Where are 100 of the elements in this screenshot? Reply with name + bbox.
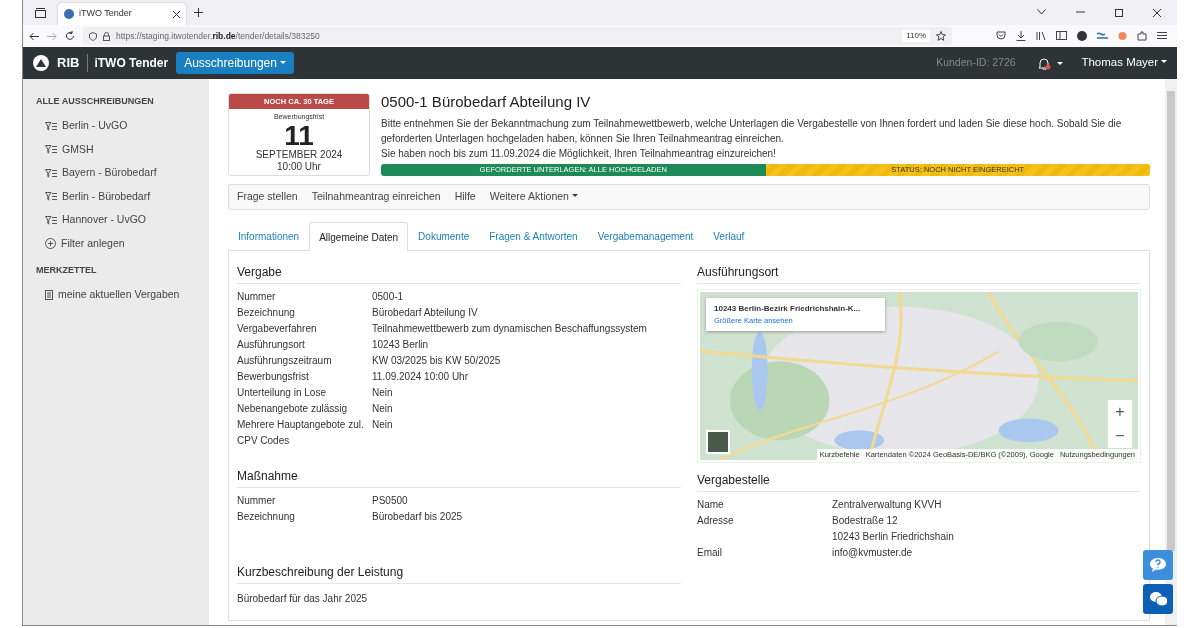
lock-icon (103, 31, 110, 41)
tab-tray-icon[interactable] (35, 7, 46, 18)
tab[interactable]: Vergabemanagement (587, 222, 704, 250)
action-button[interactable]: Hilfe (448, 187, 482, 207)
product-name: iTWO Tender (87, 54, 169, 72)
field-label: Ausführungsort (237, 338, 306, 352)
field-value: 10243 Berlin (372, 338, 429, 352)
description-text: Bürobedarf für das Jahr 2025 (237, 592, 369, 606)
map-place: 10243 Berlin-Bezirk Friedrichshain-K... (714, 303, 862, 315)
address-bar[interactable]: https://staging.itwotender.rib.de/tender/details/383250 110% (83, 27, 952, 45)
sidebar-item[interactable]: Berlin - Bürobedarf (36, 185, 201, 209)
field-value: 11.09.2024 10:00 Uhr (372, 370, 468, 384)
section-heading: Vergabestelle (697, 471, 1141, 492)
filter-icon (45, 168, 57, 178)
zoom-level[interactable]: 110% (902, 30, 930, 42)
action-button[interactable]: Frage stellen (231, 187, 304, 207)
customer-id: Kunden-ID: 2726 (936, 55, 1016, 71)
zoom-out-button[interactable]: − (1108, 424, 1132, 448)
tender-title: 0500-1 Bürobedarf Abteilung IV (381, 93, 592, 111)
field-label: Email (697, 546, 723, 560)
section-heading: ALLE AUSSCHREIBUNGEN (36, 95, 155, 108)
close-icon[interactable] (1153, 8, 1161, 17)
sidebar-item[interactable]: meine aktuellen Vergaben (36, 283, 201, 307)
tab[interactable]: Fragen & Antworten (479, 222, 588, 250)
field-label: Nebenangebote zulässig (237, 402, 349, 416)
menu-button[interactable]: Ausschreibungen (176, 52, 294, 74)
tab[interactable]: Verlauf (703, 222, 755, 250)
field-label: Adresse (697, 514, 735, 528)
field-value: Zentralverwaltung KVVH (832, 498, 942, 512)
menu-icon[interactable] (1157, 31, 1167, 40)
field-label: Nummer (237, 494, 277, 508)
tab[interactable]: Informationen (228, 222, 310, 250)
tab[interactable]: Dokumente (408, 222, 480, 250)
field-value: Nein (372, 402, 393, 416)
filter-icon (45, 192, 57, 202)
close-icon[interactable] (173, 10, 180, 18)
action-button[interactable]: Weitere Aktionen (483, 187, 584, 207)
field-label: CPV Codes (237, 434, 291, 448)
download-icon[interactable] (1016, 31, 1026, 41)
filter-icon (45, 121, 57, 131)
reload-icon[interactable] (65, 31, 75, 41)
section-heading: Ausführungsort (697, 263, 1141, 284)
url-text: https://staging.itwotender.rib.de/tender/details/383250 (116, 29, 321, 43)
field-value: Bodestraße 12 (832, 514, 899, 528)
new-tab-icon[interactable] (194, 8, 203, 17)
minimize-icon[interactable] (1076, 8, 1085, 15)
field-value: 10243 Berlin Friedrichshain (832, 530, 954, 544)
field-value: Bürobedarf bis 2025 (372, 510, 463, 524)
field-label: Bezeichnung (237, 306, 296, 320)
library-icon[interactable] (1036, 31, 1046, 41)
filter-icon (45, 215, 57, 225)
document-icon (45, 289, 53, 300)
sidebar-item[interactable]: Hannover - UvGO (36, 208, 201, 232)
field-label: Name (697, 498, 725, 512)
pocket-icon[interactable] (996, 31, 1006, 40)
sidebar-icon[interactable] (1056, 31, 1067, 40)
field-value: 0500-1 (372, 290, 404, 304)
browser-tab[interactable]: iTWO Tender (58, 3, 186, 25)
deadline-time: 10:00 Uhr (276, 160, 322, 173)
field-label: Bewerbungsfrist (237, 370, 310, 384)
sidebar-item[interactable]: Filter anlegen (36, 232, 201, 256)
zoom-in-button[interactable]: + (1108, 400, 1132, 424)
field-value: Nein (372, 418, 393, 432)
deadline-day: 11 (229, 122, 369, 149)
notification-button[interactable] (1037, 56, 1064, 70)
logo-icon (33, 55, 49, 71)
account-icon[interactable] (1077, 31, 1087, 41)
field-value: KW 03/2025 bis KW 50/2025 (372, 354, 501, 368)
back-icon[interactable] (29, 31, 39, 41)
field-value: Bürobedarf Abteilung IV (372, 306, 478, 320)
field-label: Nummer (237, 290, 277, 304)
intro-text: Sie haben noch bis zum 11.09.2024 die Möglichkeit, Ihren Teilnahmeantrag einzureichen! (381, 147, 777, 161)
help-chat-button[interactable] (1143, 550, 1173, 580)
field-label: Ausführungszeitraum (237, 354, 333, 368)
tab-title: iTWO Tender (79, 7, 133, 21)
sidebar-item[interactable]: Bayern - Bürobedarf (36, 161, 201, 185)
action-button[interactable]: Teilnahmeantrag einreichen (305, 187, 447, 207)
add-icon (45, 238, 56, 250)
chat-button[interactable] (1143, 584, 1173, 614)
deadline-month: SEPTEMBER 2024 (254, 148, 344, 161)
chat-bubbles-icon (1149, 591, 1167, 607)
sidebar-item[interactable]: GMSH (36, 138, 201, 162)
field-value: Teilnahmewettbewerb zum dynamischen Beschaffungssystem (372, 322, 647, 336)
field-value: Nein (372, 386, 393, 400)
intro-text: Bitte entnehmen Sie der Bekanntmachung zum Teilnahmewettbewerb, welche Unterlagen die Vergabestelle von Ihnen fordert und laden Sie diese hoch. Sobald Sie die geforderten Unterlagen hochgeladen haben, können Sie Ihren Teilnahmeantrag einreichen. (381, 117, 1123, 146)
star-icon[interactable] (936, 31, 946, 41)
extension-icon[interactable] (1097, 31, 1108, 40)
section-heading: Kurzbeschreibung der Leistung (237, 563, 681, 584)
sidebar-item[interactable]: Berlin - UvGO (36, 114, 201, 138)
logo-icon (64, 9, 74, 19)
user-menu[interactable]: Thomas Mayer (1081, 54, 1167, 72)
section-heading: Maßnahme (237, 467, 681, 488)
field-label: Vergabeverfahren (237, 322, 318, 336)
tab[interactable]: Allgemeine Daten (309, 222, 409, 251)
filter-icon (45, 145, 57, 155)
chevron-down-icon[interactable] (1037, 8, 1046, 15)
scrollbar[interactable] (1165, 79, 1177, 625)
satellite-view-button[interactable] (706, 430, 730, 454)
field-value: PS0500 (372, 494, 408, 508)
maximize-icon[interactable] (1115, 8, 1123, 17)
